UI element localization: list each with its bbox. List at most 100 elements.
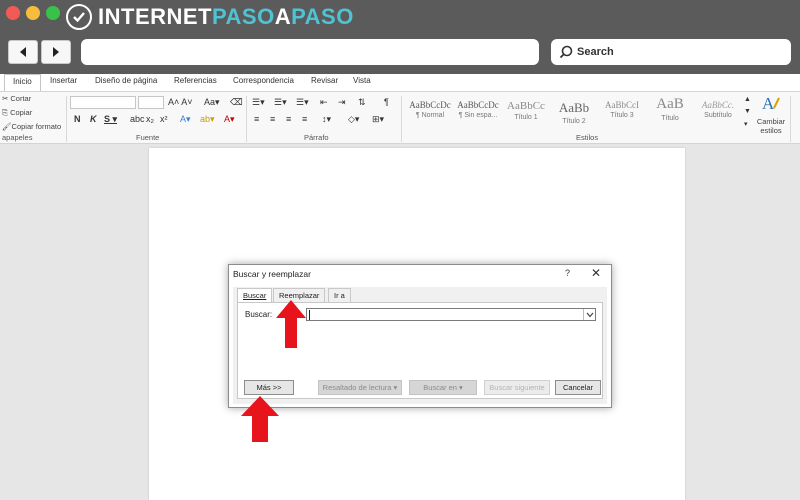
change-styles-button[interactable]: A Cambiar estilos [754, 94, 788, 135]
text-effects-icon[interactable]: A▾ [180, 114, 191, 125]
paragraph-group-label: Párrafo [304, 133, 329, 142]
align-right-icon[interactable]: ≡ [286, 114, 291, 124]
numbering-icon[interactable]: ☰▾ [274, 97, 287, 108]
logo-text-internet: INTERNET [98, 4, 212, 29]
find-history-dropdown[interactable] [583, 309, 595, 320]
forward-button[interactable] [41, 40, 71, 64]
style-preview: AaBbCcDc [409, 100, 451, 110]
pilcrow-icon[interactable]: ¶ [384, 97, 389, 107]
style-heading-1[interactable]: AaBbCc Título 1 [502, 96, 550, 130]
styles-scroll-up-icon[interactable]: ▲ [744, 96, 751, 103]
style-preview: AaBbCc [507, 100, 545, 112]
style-preview: AaBbCc. [701, 100, 735, 110]
arrow-left-icon [20, 47, 26, 57]
styles-more-icon[interactable]: ▾ [744, 120, 748, 128]
bold-icon[interactable]: N [74, 114, 81, 124]
tab-vista[interactable]: Vista [353, 76, 371, 85]
italic-icon[interactable]: K [90, 114, 97, 124]
logo-text-paso: PASO [212, 4, 275, 29]
find-next-button[interactable]: Buscar siguiente [484, 380, 550, 395]
format-painter-button[interactable]: 🖌Copiar formato [2, 122, 61, 131]
font-family-select[interactable] [70, 96, 136, 109]
format-painter-label: Copiar formato [11, 122, 62, 131]
copy-button[interactable]: ⎘ Copiar [2, 108, 32, 118]
underline-icon[interactable]: S ▾ [104, 114, 117, 125]
superscript-icon[interactable]: x² [160, 114, 168, 124]
back-button[interactable] [8, 40, 38, 64]
tab-insertar[interactable]: Insertar [50, 76, 77, 85]
sort-icon[interactable]: ⇅ [358, 97, 366, 108]
style-normal[interactable]: AaBbCcDc ¶ Normal [406, 96, 454, 130]
search-bar[interactable]: Search [551, 39, 791, 65]
help-button[interactable]: ? [565, 268, 570, 278]
tab-revisar[interactable]: Revisar [311, 76, 338, 85]
align-left-icon[interactable]: ≡ [254, 114, 259, 124]
style-name: Título 3 [610, 112, 634, 119]
red-arrow-up-icon [241, 396, 279, 442]
line-spacing-icon[interactable]: ↕▾ [322, 114, 331, 125]
style-name: ¶ Sin espa... [458, 112, 498, 119]
ribbon-tabs: Inicio Insertar Diseño de página Referen… [0, 74, 800, 91]
clipboard-group-label: apapeles [2, 133, 33, 142]
close-dialog-button[interactable]: ✕ [591, 266, 601, 280]
multilevel-list-icon[interactable]: ☰▾ [296, 97, 309, 108]
bullets-icon[interactable]: ☰▾ [252, 97, 265, 108]
cut-label: Cortar [10, 94, 32, 103]
chevron-down-icon [586, 312, 593, 317]
red-arrow-up-icon [276, 300, 306, 348]
style-name: Título 2 [562, 118, 586, 125]
divider [66, 96, 67, 142]
style-heading-3[interactable]: AaBbCcI Título 3 [598, 96, 646, 130]
style-name: Título [661, 115, 679, 122]
minimize-window-button[interactable] [26, 6, 40, 20]
borders-icon[interactable]: ⊞▾ [372, 114, 384, 125]
style-heading-2[interactable]: AaBb Título 2 [550, 96, 598, 130]
increase-indent-icon[interactable]: ⇥ [338, 97, 346, 108]
strikethrough-icon[interactable]: abc [130, 114, 145, 124]
decrease-indent-icon[interactable]: ⇤ [320, 97, 328, 108]
style-name: ¶ Normal [415, 112, 445, 119]
change-styles-label-2: estilos [760, 126, 782, 135]
justify-icon[interactable]: ≡ [302, 114, 307, 124]
style-preview: AaB [656, 96, 684, 112]
copy-label: Copiar [10, 108, 33, 117]
browser-chrome: INTERNET PASO A PASO Search [0, 0, 800, 74]
more-button[interactable]: Más >> [244, 380, 294, 395]
find-input[interactable] [306, 308, 596, 321]
svg-text:A: A [762, 94, 775, 112]
style-title[interactable]: AaB Título [646, 96, 694, 130]
style-no-spacing[interactable]: AaBbCcDc ¶ Sin espa... [454, 96, 502, 130]
clear-format-icon[interactable]: ⌫ [230, 97, 243, 108]
find-label: Buscar: [245, 310, 273, 319]
highlight-color-icon[interactable]: ab▾ [200, 114, 215, 125]
style-preview: AaBbCcI [605, 100, 639, 110]
change-case-icon[interactable]: Aa▾ [204, 97, 220, 108]
style-subtitle[interactable]: AaBbCc. Subtítulo [694, 96, 742, 130]
search-bar-label: Search [577, 46, 614, 58]
font-color-icon[interactable]: A▾ [224, 114, 235, 125]
ribbon: ✂ Cortar ⎘ Copiar 🖌Copiar formato apapel… [0, 91, 800, 144]
address-bar[interactable] [81, 39, 539, 65]
tab-diseno-de-pagina[interactable]: Diseño de página [95, 76, 157, 85]
tab-buscar[interactable]: Buscar [237, 288, 273, 303]
tab-inicio[interactable]: Inicio [4, 74, 41, 91]
close-window-button[interactable] [6, 6, 20, 20]
find-in-button[interactable]: Buscar en ▾ [409, 380, 477, 395]
align-center-icon[interactable]: ≡ [270, 114, 275, 124]
divider [401, 96, 402, 142]
font-size-select[interactable] [138, 96, 164, 109]
reading-highlight-button[interactable]: Resaltado de lectura ▾ [318, 380, 402, 395]
cancel-button[interactable]: Cancelar [555, 380, 601, 395]
tab-correspondencia[interactable]: Correspondencia [233, 76, 294, 85]
divider [246, 96, 247, 142]
grow-font-icon[interactable]: A˄ A˅ [168, 97, 193, 107]
tab-referencias[interactable]: Referencias [174, 76, 217, 85]
styles-scroll-down-icon[interactable]: ▼ [744, 108, 751, 115]
cut-button[interactable]: ✂ Cortar [2, 94, 31, 103]
window-controls [6, 6, 60, 20]
style-name: Título 1 [514, 114, 538, 121]
maximize-window-button[interactable] [46, 6, 60, 20]
subscript-icon[interactable]: x₂ [146, 114, 154, 124]
shading-icon[interactable]: ◇▾ [348, 114, 359, 125]
tab-ir-a[interactable]: Ir a [328, 288, 351, 302]
